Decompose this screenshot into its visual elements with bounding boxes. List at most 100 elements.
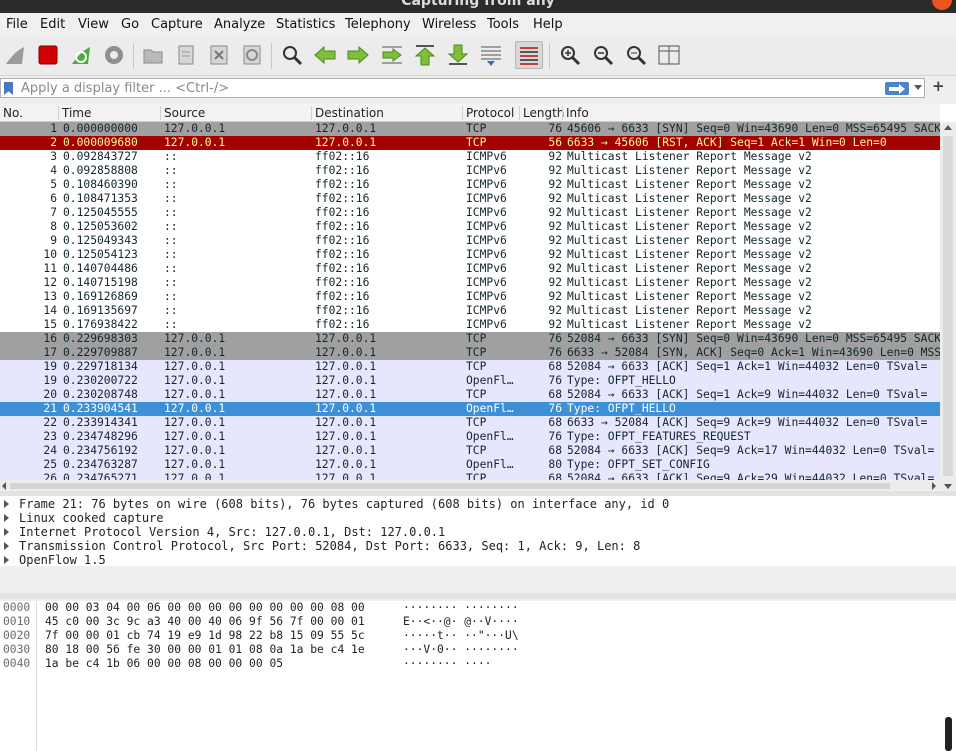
menu-tools[interactable]: Tools [487, 17, 519, 32]
packet-row[interactable]: 1 0.000000000 127.0.0.1 127.0.0.1 TCP 76 45606… [0, 122, 940, 136]
packet-cell-time: 0.125054123 [63, 248, 138, 261]
packet-cell-info: Multicast Listener Report Message v2 [567, 178, 812, 191]
go-back-icon[interactable] [311, 41, 339, 69]
packet-row[interactable]: 22 0.233914341 127.0.0.1 127.0.0.1 TCP 68 6633… [0, 416, 940, 430]
packet-row[interactable]: 19 0.229718134 127.0.0.1 127.0.0.1 TCP 68 5208… [0, 360, 940, 374]
menu-edit[interactable]: Edit [40, 17, 65, 32]
hex-scrollbar-thumb[interactable] [945, 717, 952, 751]
packet-cell-src: 127.0.0.1 [164, 360, 226, 373]
find-packet-icon[interactable] [278, 41, 306, 69]
shark-fin-start-icon[interactable] [1, 41, 29, 69]
menu-view[interactable]: View [78, 17, 109, 32]
packet-row[interactable]: 24 0.234756192 127.0.0.1 127.0.0.1 TCP 68 5208… [0, 444, 940, 458]
column-header-protocol[interactable]: Protocol [462, 106, 514, 120]
packet-row[interactable]: 17 0.229709887 127.0.0.1 127.0.0.1 TCP 76 6633… [0, 346, 940, 360]
packet-cell-info: Multicast Listener Report Message v2 [567, 192, 812, 205]
menu-capture[interactable]: Capture [151, 17, 203, 32]
stop-capture-icon[interactable] [34, 41, 62, 69]
packet-row[interactable]: 10 0.125054123:: ff02::16 ICMPv6 92 Multicast… [0, 248, 940, 262]
column-header-time[interactable]: Time [58, 106, 91, 120]
pane-splitter[interactable] [0, 593, 956, 599]
packet-cell-no: 17 [43, 346, 57, 359]
packet-row[interactable]: 4 0.092858808:: ff02::16 ICMPv6 92 Multicast … [0, 164, 940, 178]
column-header-no[interactable]: No. [0, 106, 23, 120]
display-filter-input[interactable]: Apply a display filter ... <Ctrl-/> [0, 78, 925, 98]
resize-columns-icon[interactable] [655, 41, 683, 69]
close-file-icon[interactable] [205, 41, 233, 69]
expand-arrow-icon[interactable] [4, 500, 9, 508]
save-file-icon[interactable] [172, 41, 200, 69]
packet-list-vertical-scrollbar[interactable] [940, 122, 956, 490]
packet-cell-src: :: [164, 178, 178, 191]
column-header-destination[interactable]: Destination [311, 106, 384, 120]
packet-cell-no: 24 [43, 444, 57, 457]
packet-row[interactable]: 3 0.092843727:: ff02::16 ICMPv6 92 Multicast … [0, 150, 940, 164]
menu-go[interactable]: Go [121, 17, 139, 32]
go-first-packet-icon[interactable] [411, 41, 439, 69]
menu-help[interactable]: Help [533, 17, 563, 32]
packet-row[interactable]: 13 0.169126869:: ff02::16 ICMPv6 92 Multicast… [0, 290, 940, 304]
packet-row[interactable]: 20 0.230208748 127.0.0.1 127.0.0.1 TCP 68 5208… [0, 388, 940, 402]
packet-row-selected[interactable]: 21 0.233904541 127.0.0.1 127.0.0.1 OpenFl… 76… [0, 402, 940, 416]
packet-cell-info: Multicast Listener Report Message v2 [567, 262, 812, 275]
packet-row[interactable]: 9 0.125049343:: ff02::16 ICMPv6 92 Multicast … [0, 234, 940, 248]
packet-cell-len: 68 [548, 360, 562, 373]
packet-row[interactable]: 25 0.234763287 127.0.0.1 127.0.0.1 OpenFl… 80… [0, 458, 940, 472]
column-header-info[interactable]: Info [562, 106, 589, 120]
packet-row[interactable]: 2 0.000009680 127.0.0.1 127.0.0.1 TCP 56 6633 … [0, 136, 940, 150]
packet-row[interactable]: 5 0.108460390:: ff02::16 ICMPv6 92 Multicast … [0, 178, 940, 192]
filter-history-dropdown-icon[interactable] [914, 85, 922, 90]
expand-arrow-icon[interactable] [4, 514, 9, 522]
packet-cell-info: 45606 → 6633 [SYN] Seq=0 Win=43690 Len=0… [567, 122, 940, 135]
go-last-packet-icon[interactable] [444, 41, 472, 69]
packet-row[interactable]: 16 0.229698303 127.0.0.1 127.0.0.1 TCP 76 5208… [0, 332, 940, 346]
colorize-icon[interactable] [515, 41, 543, 69]
menu-telephony[interactable]: Telephony [345, 17, 411, 32]
reload-file-icon[interactable] [238, 41, 266, 69]
packet-row[interactable]: 15 0.176938422:: ff02::16 ICMPv6 92 Multicast… [0, 318, 940, 332]
packet-cell-info: Multicast Listener Report Message v2 [567, 164, 812, 177]
packet-details-pane: Frame 21: 76 bytes on wire (608 bits), 7… [0, 496, 956, 567]
apply-filter-button[interactable] [885, 82, 909, 95]
column-header-source[interactable]: Source [160, 106, 205, 120]
auto-scroll-icon[interactable] [477, 41, 505, 69]
zoom-in-icon[interactable] [556, 41, 584, 69]
packet-cell-time: 0.233914341 [63, 416, 138, 429]
menu-analyze[interactable]: Analyze [214, 17, 265, 32]
expand-arrow-icon[interactable] [4, 542, 9, 550]
menu-file[interactable]: File [6, 17, 28, 32]
normal-size-icon[interactable] [622, 41, 650, 69]
packet-cell-time: 0.125053602 [63, 220, 138, 233]
packet-row[interactable]: 8 0.125053602:: ff02::16 ICMPv6 92 Multicast … [0, 220, 940, 234]
menu-wireless[interactable]: Wireless [422, 17, 476, 32]
menu-statistics[interactable]: Statistics [276, 17, 335, 32]
capture-options-icon[interactable] [100, 41, 128, 69]
packet-cell-dst: ff02::16 [315, 150, 370, 163]
packet-cell-no: 11 [43, 262, 57, 275]
packet-row[interactable]: 7 0.125045555:: ff02::16 ICMPv6 92 Multicast … [0, 206, 940, 220]
packet-row[interactable]: 11 0.140704486:: ff02::16 ICMPv6 92 Multicast… [0, 262, 940, 276]
zoom-out-icon[interactable] [589, 41, 617, 69]
column-header-length[interactable]: Length [519, 106, 564, 120]
packet-cell-info: Multicast Listener Report Message v2 [567, 248, 812, 261]
expand-arrow-icon[interactable] [4, 556, 9, 564]
packet-list-horizontal-scrollbar[interactable] [0, 480, 940, 490]
bookmark-icon[interactable] [4, 82, 13, 95]
open-file-icon[interactable] [139, 41, 167, 69]
packet-row[interactable]: 12 0.140715198:: ff02::16 ICMPv6 92 Multicast… [0, 276, 940, 290]
packet-row[interactable]: 14 0.169135697:: ff02::16 ICMPv6 92 Multicast… [0, 304, 940, 318]
packet-row[interactable]: 6 0.108471353:: ff02::16 ICMPv6 92 Multicast … [0, 192, 940, 206]
packet-row[interactable]: 23 0.234748296 127.0.0.1 127.0.0.1 OpenFl… 76… [0, 430, 940, 444]
packet-cell-info: Multicast Listener Report Message v2 [567, 304, 812, 317]
packet-cell-time: 0.234763287 [63, 458, 138, 471]
packet-cell-len: 68 [548, 444, 562, 457]
restart-capture-icon[interactable] [67, 41, 95, 69]
go-forward-icon[interactable] [344, 41, 372, 69]
packet-cell-len: 76 [548, 430, 562, 443]
go-to-packet-icon[interactable] [378, 41, 406, 69]
add-filter-button[interactable]: + [932, 77, 945, 95]
packet-cell-info: Multicast Listener Report Message v2 [567, 276, 812, 289]
packet-cell-proto: ICMPv6 [466, 304, 507, 317]
expand-arrow-icon[interactable] [4, 528, 9, 536]
packet-row[interactable]: 19 0.230200722 127.0.0.1 127.0.0.1 OpenFl… 76… [0, 374, 940, 388]
